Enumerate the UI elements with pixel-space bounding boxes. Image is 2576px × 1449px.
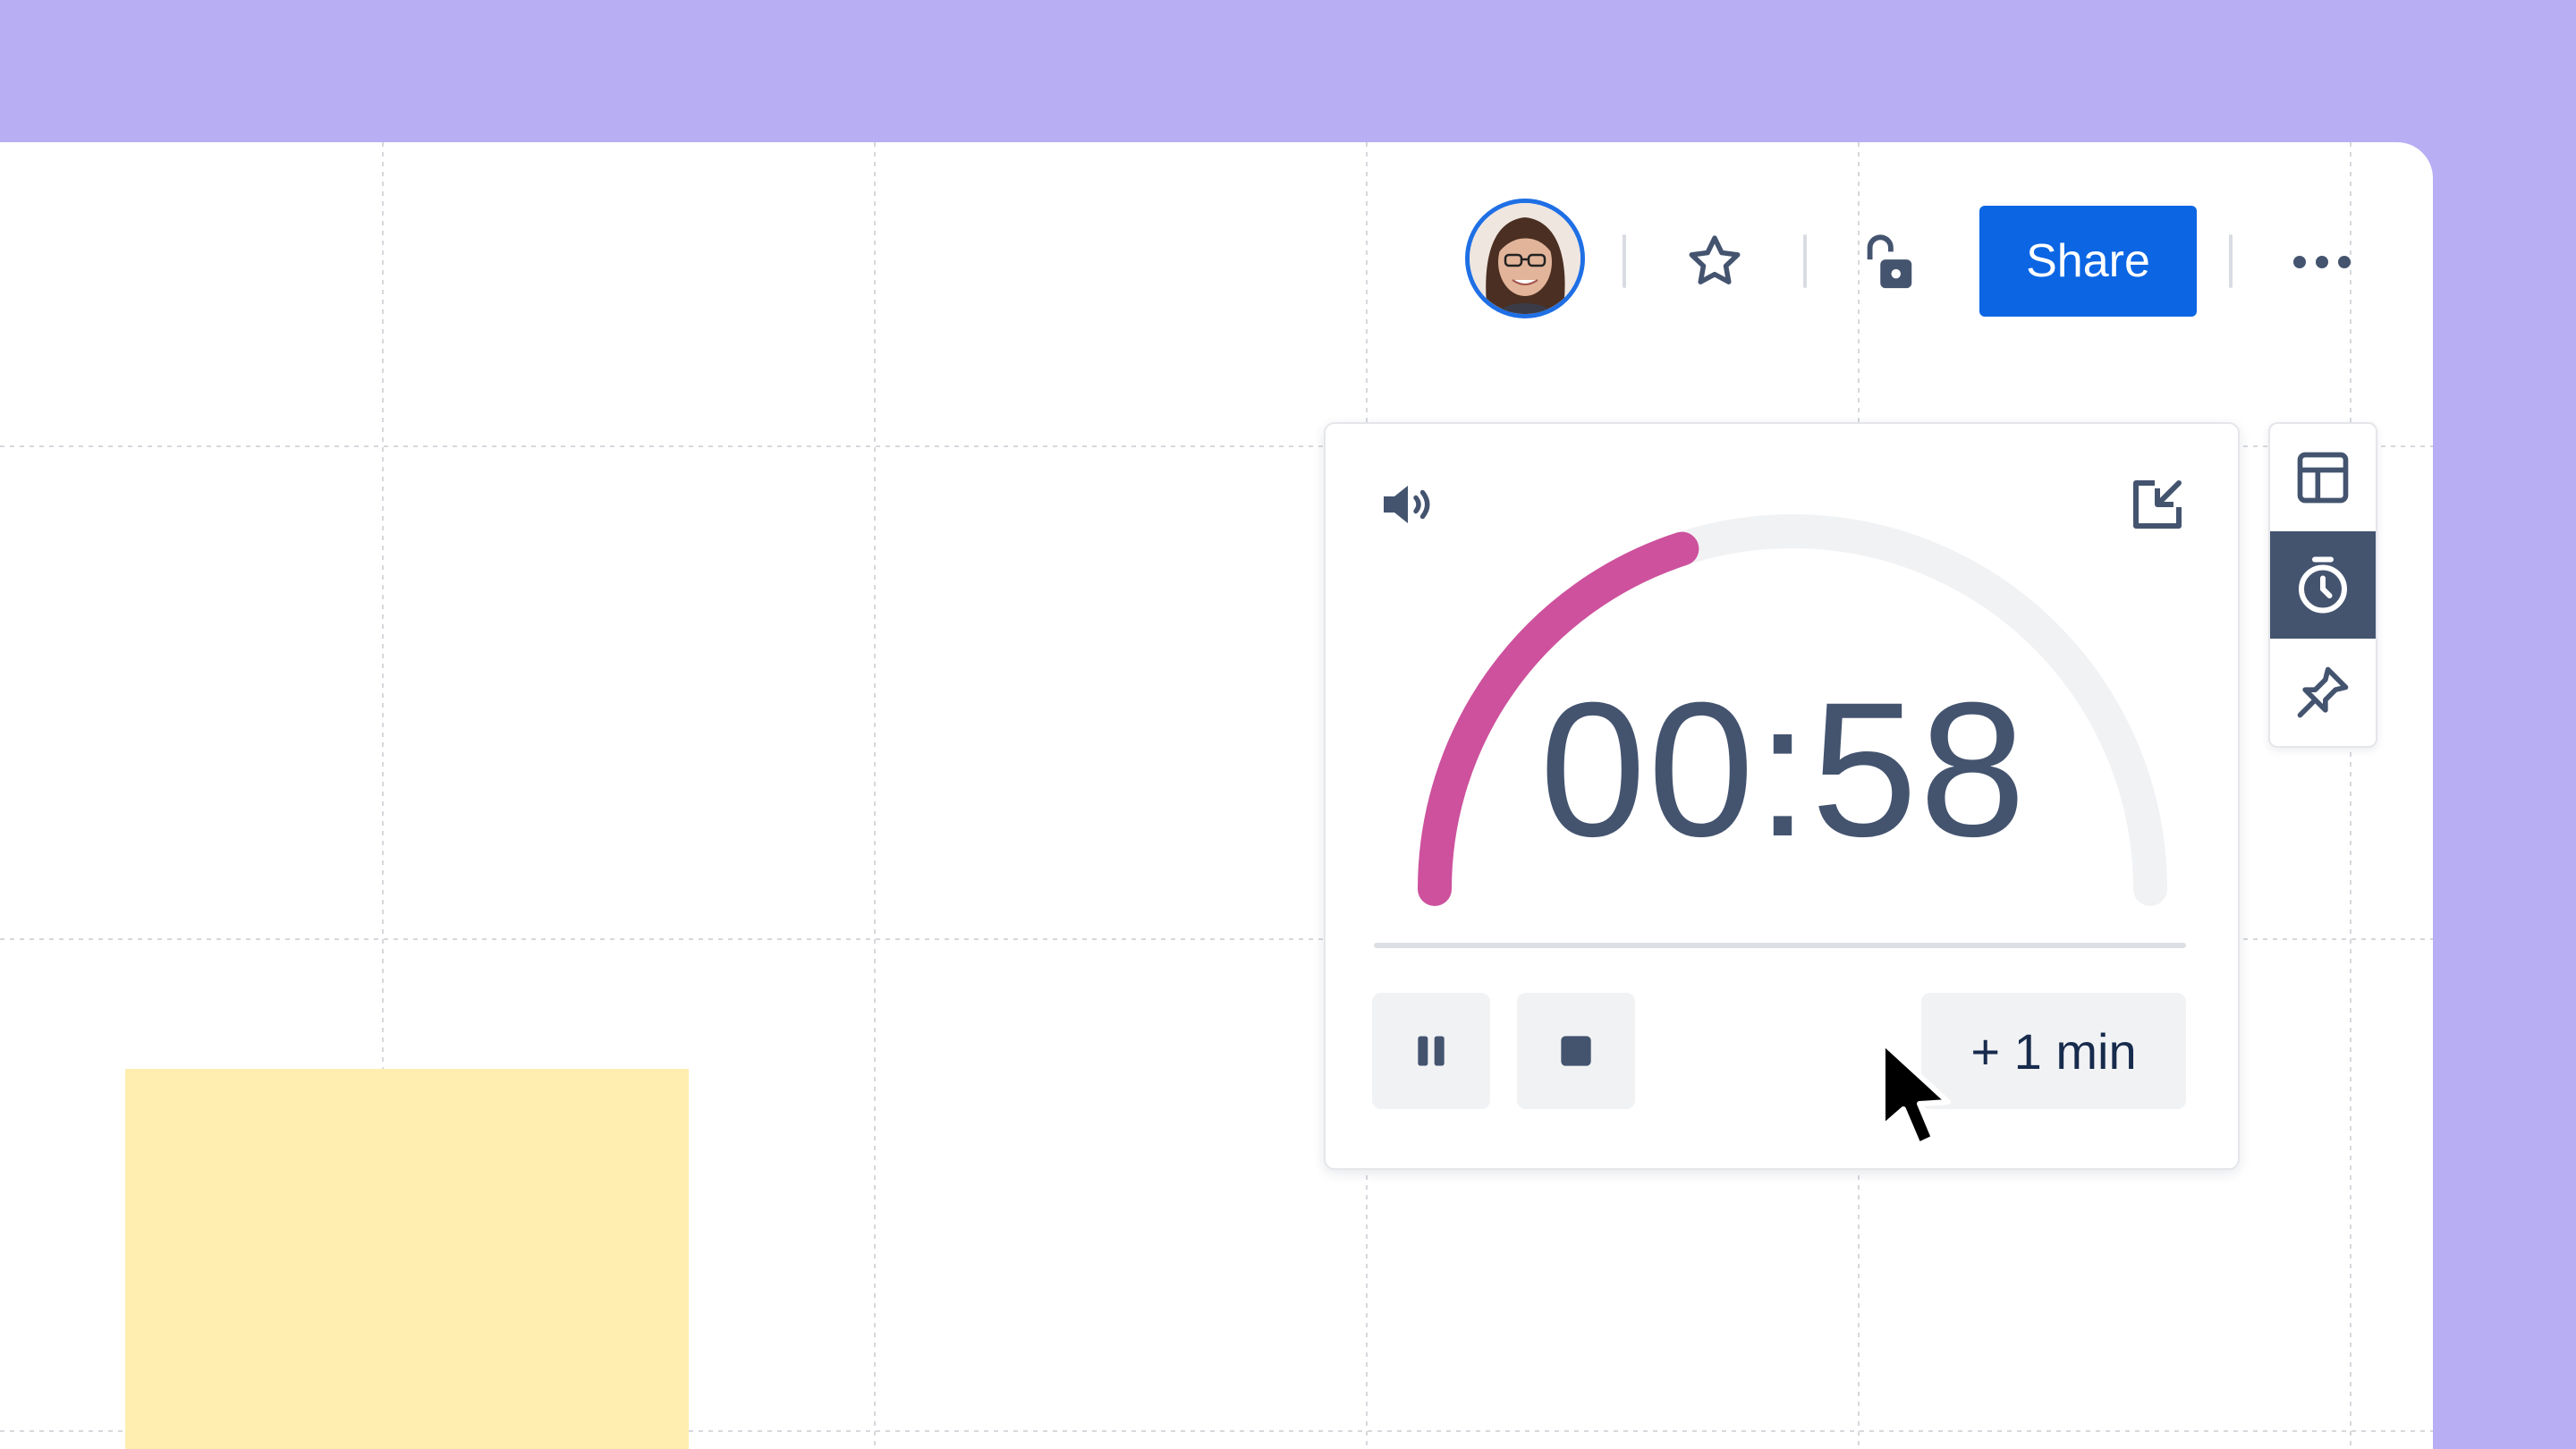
timer-divider (1374, 943, 2186, 948)
speaker-icon (1384, 486, 1430, 523)
pause-button[interactable] (1372, 993, 1490, 1109)
avatar[interactable] (1465, 199, 1585, 318)
timer-tool-button[interactable] (2270, 531, 2376, 639)
layout-icon (2297, 452, 2349, 504)
minimize-button[interactable] (2122, 469, 2193, 540)
pause-icon (1418, 1036, 1445, 1066)
lock-button[interactable] (1852, 225, 1925, 299)
timer-display: 00:58 (1539, 663, 2028, 877)
side-toolbar (2268, 422, 2377, 748)
sticky-note[interactable] (125, 1069, 689, 1449)
more-button[interactable] (2281, 225, 2363, 299)
more-icon (2293, 256, 2351, 268)
sound-button[interactable] (1372, 469, 1444, 540)
stop-button[interactable] (1517, 993, 1635, 1109)
stopwatch-icon (2299, 556, 2347, 614)
share-button[interactable]: Share (1979, 206, 2197, 317)
star-icon (1689, 235, 1741, 284)
avatar-portrait-icon (1470, 203, 1580, 314)
header-separator (2229, 234, 2233, 288)
header-separator (1803, 234, 1807, 288)
layout-tool-button[interactable] (2270, 424, 2376, 531)
minimize-icon (2133, 480, 2182, 529)
stop-icon (1561, 1036, 1591, 1066)
header-separator (1623, 234, 1626, 288)
add-one-minute-button[interactable]: + 1 min (1921, 993, 2186, 1109)
mouse-cursor-icon (1880, 1039, 1951, 1148)
unlock-icon (1867, 234, 1912, 289)
star-button[interactable] (1678, 225, 1751, 299)
pin-icon (2297, 666, 2349, 718)
pin-tool-button[interactable] (2270, 639, 2376, 746)
timer-panel: 00:58 + 1 min (1324, 422, 2240, 1170)
